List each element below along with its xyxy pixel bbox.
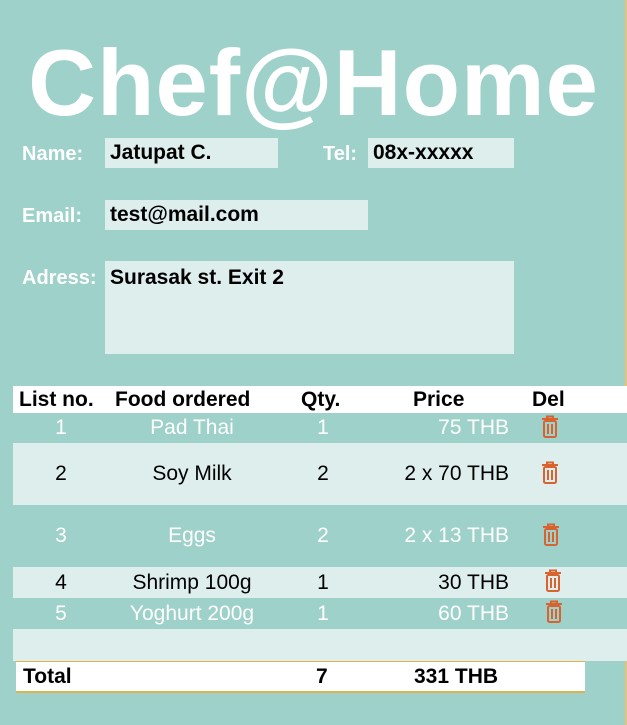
tel-field[interactable]: 08x-xxxxx (368, 138, 514, 168)
table-row: 1 Pad Thai 1 75 THB (13, 413, 627, 443)
row-no: 3 (55, 524, 67, 547)
table-header: List no. Food ordered Qty. Price Del (13, 386, 627, 413)
row-qty: 1 (317, 416, 329, 439)
header-price: Price (413, 388, 465, 411)
row-price: 2 x 70 THB (404, 462, 509, 485)
table-row: 4 Shrimp 100g 1 30 THB (13, 567, 627, 598)
header-food: Food ordered (115, 388, 251, 411)
row-no: 4 (55, 570, 67, 594)
table-row: 2 Soy Milk 2 2 x 70 THB (13, 443, 627, 505)
total-qty: 7 (316, 665, 328, 688)
row-no: 1 (55, 416, 67, 439)
row-no: 5 (55, 601, 67, 625)
header-del: Del (532, 388, 565, 411)
name-label: Name: (22, 143, 84, 165)
total-price: 331 THB (414, 665, 499, 688)
row-food: Eggs (168, 524, 216, 547)
row-price: 60 THB (438, 601, 509, 625)
row-qty: 1 (317, 570, 329, 594)
row-price: 2 x 13 THB (404, 524, 509, 547)
row-price: 75 THB (438, 416, 509, 439)
name-field[interactable]: Jatupat C. (105, 138, 278, 168)
empty-row (13, 629, 627, 661)
trash-icon[interactable] (540, 461, 560, 485)
address-label: Adress: (22, 267, 97, 289)
trash-icon[interactable] (543, 569, 563, 593)
table-row: 5 Yoghurt 200g 1 60 THB (13, 598, 627, 629)
row-food: Yoghurt 200g (129, 601, 255, 625)
trash-icon[interactable] (544, 600, 564, 624)
table-row: 3 Eggs 2 2 x 13 THB (13, 505, 627, 567)
tel-label: Tel: (323, 143, 358, 165)
row-food: Shrimp 100g (132, 570, 252, 594)
email-label: Email: (22, 205, 83, 227)
trash-icon[interactable] (541, 523, 561, 547)
row-no: 2 (55, 462, 67, 485)
row-qty: 1 (317, 601, 329, 625)
row-food: Soy Milk (152, 462, 232, 485)
header-qty: Qty. (301, 388, 341, 411)
email-field[interactable]: test@mail.com (105, 200, 368, 230)
total-label: Total (23, 665, 72, 688)
row-food: Pad Thai (150, 416, 234, 439)
trash-icon[interactable] (540, 415, 560, 439)
row-qty: 2 (317, 462, 329, 485)
row-qty: 2 (317, 524, 329, 547)
address-field[interactable]: Surasak st. Exit 2 (105, 261, 514, 354)
header-list-no: List no. (19, 388, 94, 411)
row-price: 30 THB (438, 570, 509, 594)
app-title: Chef@Home (28, 30, 599, 135)
totals-row: Total 7 331 THB (16, 661, 585, 693)
